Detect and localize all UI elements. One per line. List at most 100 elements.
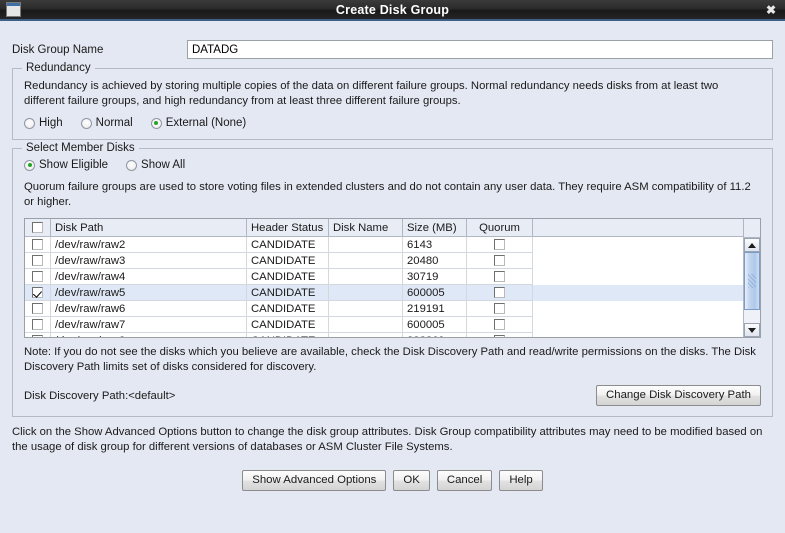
chevron-down-icon xyxy=(748,327,756,333)
redundancy-option-external[interactable]: External (None) xyxy=(150,117,246,129)
quorum-checkbox-cell[interactable] xyxy=(467,301,533,317)
table-row[interactable]: /dev/raw/raw7 CANDIDATE 600005 xyxy=(25,317,743,333)
size-mb-cell: 232369 xyxy=(403,333,467,337)
quorum-checkbox-cell[interactable] xyxy=(467,333,533,337)
quorum-checkbox-cell[interactable] xyxy=(467,269,533,285)
checkbox-icon[interactable] xyxy=(494,303,505,314)
disk-name-cell xyxy=(329,301,403,317)
header-status-cell: CANDIDATE xyxy=(247,317,329,333)
checkbox-icon[interactable] xyxy=(32,222,43,233)
disk-table-scrollbar[interactable] xyxy=(743,219,760,337)
size-mb-cell: 6143 xyxy=(403,237,467,253)
disk-name-cell xyxy=(329,253,403,269)
checkbox-icon[interactable] xyxy=(32,303,43,314)
row-select-checkbox-cell[interactable] xyxy=(25,301,51,317)
disk-table-main: Disk Path Header Status Disk Name Size (… xyxy=(25,219,743,337)
radio-icon xyxy=(126,159,138,171)
close-icon[interactable]: ✖ xyxy=(766,4,776,16)
column-header-filler xyxy=(533,219,743,237)
quorum-checkbox-cell[interactable] xyxy=(467,317,533,333)
help-button[interactable]: Help xyxy=(499,470,543,491)
window-titlebar: Create Disk Group ✖ xyxy=(0,0,785,21)
size-mb-cell: 600005 xyxy=(403,285,467,301)
table-row[interactable]: /dev/raw/raw2 CANDIDATE 6143 xyxy=(25,237,743,253)
scrollbar-thumb[interactable] xyxy=(744,252,760,310)
row-select-checkbox-cell[interactable] xyxy=(25,317,51,333)
quorum-checkbox-cell[interactable] xyxy=(467,285,533,301)
row-select-checkbox-cell[interactable] xyxy=(25,269,51,285)
column-header-disk-name[interactable]: Disk Name xyxy=(329,219,403,237)
ok-button[interactable]: OK xyxy=(393,470,430,491)
disk-name-cell xyxy=(329,317,403,333)
table-row[interactable]: /dev/raw/raw8CANDIDATE 232369 xyxy=(25,333,743,337)
checkbox-icon[interactable] xyxy=(32,239,43,250)
row-filler-cell xyxy=(533,301,743,317)
table-row[interactable]: /dev/raw/raw6 CANDIDATE 219191 xyxy=(25,301,743,317)
checkbox-icon[interactable] xyxy=(32,319,43,330)
table-row[interactable]: /dev/raw/raw3 CANDIDATE 20480 xyxy=(25,253,743,269)
disk-filter-show-eligible[interactable]: Show Eligible xyxy=(24,159,108,171)
footer-description: Click on the Show Advanced Options butto… xyxy=(12,426,763,453)
scrollbar-track[interactable] xyxy=(744,252,760,323)
row-filler-cell xyxy=(533,269,743,285)
checkbox-icon[interactable] xyxy=(32,271,43,282)
column-header-disk-path[interactable]: Disk Path xyxy=(51,219,247,237)
size-mb-cell: 600005 xyxy=(403,317,467,333)
disk-path-cell: /dev/raw/raw6 xyxy=(51,301,247,317)
checkbox-icon[interactable] xyxy=(494,271,505,282)
row-select-checkbox-cell[interactable] xyxy=(25,253,51,269)
checkbox-icon[interactable] xyxy=(32,335,43,337)
quorum-checkbox-cell[interactable] xyxy=(467,237,533,253)
disk-group-name-input[interactable]: DATADG xyxy=(187,40,773,59)
checkbox-checked-icon[interactable] xyxy=(32,287,43,298)
row-select-checkbox-cell[interactable] xyxy=(25,333,51,337)
scrollbar-corner xyxy=(744,219,760,238)
cancel-button[interactable]: Cancel xyxy=(436,470,493,491)
disk-filter-radio-group: Show Eligible Show All xyxy=(24,159,761,171)
select-member-disks-group: Select Member Disks Show Eligible Show A… xyxy=(12,142,773,417)
disk-discovery-path-value: Disk Discovery Path:<default> xyxy=(24,389,176,402)
row-select-checkbox-cell[interactable] xyxy=(25,237,51,253)
column-header-header-status[interactable]: Header Status xyxy=(247,219,329,237)
checkbox-icon[interactable] xyxy=(494,335,505,337)
quorum-description: Quorum failure groups are used to store … xyxy=(24,181,751,208)
checkbox-icon[interactable] xyxy=(494,287,505,298)
table-row[interactable]: /dev/raw/raw5 CANDIDATE 600005 xyxy=(25,285,743,301)
header-status-cell: CANDIDATE xyxy=(247,269,329,285)
table-row[interactable]: /dev/raw/raw4 CANDIDATE 30719 xyxy=(25,269,743,285)
show-advanced-options-button[interactable]: Show Advanced Options xyxy=(242,470,387,491)
checkbox-icon[interactable] xyxy=(494,319,505,330)
disk-discovery-row: Disk Discovery Path:<default> Change Dis… xyxy=(24,385,761,406)
column-header-quorum[interactable]: Quorum xyxy=(467,219,533,237)
footer-button-bar: Show Advanced Options OK Cancel Help xyxy=(12,470,773,491)
checkbox-icon[interactable] xyxy=(494,239,505,250)
disk-name-cell xyxy=(329,237,403,253)
row-filler-cell xyxy=(533,285,743,301)
redundancy-group-title: Redundancy xyxy=(22,62,95,74)
checkbox-icon[interactable] xyxy=(494,255,505,266)
row-filler-cell xyxy=(533,333,743,337)
redundancy-option-high[interactable]: High xyxy=(24,117,63,129)
scroll-down-button[interactable] xyxy=(744,323,760,337)
change-disk-discovery-path-button[interactable]: Change Disk Discovery Path xyxy=(596,385,761,406)
size-mb-cell: 20480 xyxy=(403,253,467,269)
select-all-header[interactable] xyxy=(25,219,51,237)
dialog-body: Disk Group Name DATADG Redundancy Redund… xyxy=(0,21,785,533)
row-filler-cell xyxy=(533,237,743,253)
disk-name-cell xyxy=(329,285,403,301)
disk-filter-show-all[interactable]: Show All xyxy=(126,159,185,171)
quorum-checkbox-cell[interactable] xyxy=(467,253,533,269)
radio-icon-selected xyxy=(24,159,35,171)
disk-filter-label: Show All xyxy=(141,159,186,171)
radio-icon-selected xyxy=(150,117,162,129)
scroll-up-button[interactable] xyxy=(744,238,760,252)
redundancy-option-normal[interactable]: Normal xyxy=(80,117,133,129)
disk-table-body: /dev/raw/raw2 CANDIDATE 6143/dev/raw/raw3 C… xyxy=(25,237,743,337)
checkbox-icon[interactable] xyxy=(32,255,43,266)
column-header-size-mb[interactable]: Size (MB) xyxy=(403,219,467,237)
disk-path-cell: /dev/raw/raw7 xyxy=(51,317,247,333)
size-mb-cell: 219191 xyxy=(403,301,467,317)
row-select-checkbox-cell[interactable] xyxy=(25,285,51,301)
select-member-disks-title: Select Member Disks xyxy=(22,142,139,154)
disk-path-cell: /dev/raw/raw4 xyxy=(51,269,247,285)
